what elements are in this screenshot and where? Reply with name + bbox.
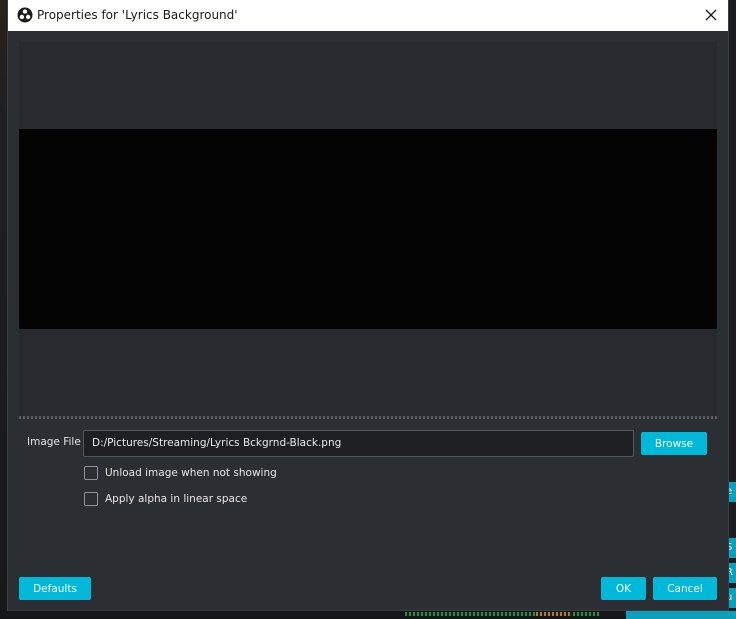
background-cyan-strip [626,611,736,619]
unload-image-option[interactable]: Unload image when not showing [84,465,277,481]
title-bar[interactable]: Properties for 'Lyrics Background' [8,0,728,31]
ok-button[interactable]: OK [601,577,646,600]
preview-image [19,129,717,329]
unload-image-label: Unload image when not showing [105,467,277,479]
properties-dialog: Properties for 'Lyrics Background' Image… [8,0,728,610]
image-file-path-input[interactable]: D:/Pictures/Streaming/Lyrics Bckgrnd-Bla… [83,430,634,457]
preview-splitter-handle[interactable] [19,416,717,419]
unload-image-checkbox[interactable] [84,466,98,480]
linear-alpha-checkbox[interactable] [84,492,98,506]
linear-alpha-option[interactable]: Apply alpha in linear space [84,491,247,507]
background-app-left-edge [0,0,8,619]
window-title: Properties for 'Lyrics Background' [37,8,238,22]
source-preview [19,42,717,416]
browse-button[interactable]: Browse [641,432,707,455]
background-app-right-edge [728,0,736,619]
image-file-label: Image File [27,436,81,448]
audio-meter-peak [536,612,572,616]
close-icon [705,6,717,25]
linear-alpha-label: Apply alpha in linear space [105,493,248,505]
close-button[interactable] [694,0,728,31]
obs-logo-icon [17,7,33,23]
defaults-button[interactable]: Defaults [19,577,91,600]
cancel-button[interactable]: Cancel [653,577,717,600]
